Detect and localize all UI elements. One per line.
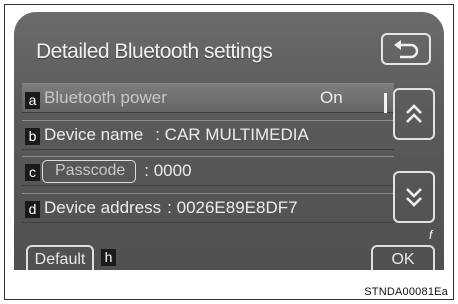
return-arrow-icon (394, 40, 419, 59)
double-chevron-down-icon (406, 188, 422, 207)
scroll-thumb[interactable] (384, 93, 387, 113)
default-button[interactable]: Default (26, 245, 94, 270)
scroll-down-button[interactable] (393, 171, 435, 223)
callout-c: c (25, 164, 40, 181)
page-title: Detailed Bluetooth settings (36, 40, 273, 63)
passcode-button[interactable]: Passcode (42, 159, 137, 183)
row-passcode: Passcode : 0000 (22, 156, 394, 186)
callout-h: h (101, 249, 116, 266)
row-bluetooth-power[interactable]: Bluetooth power On (22, 83, 394, 113)
settings-screen: Detailed Bluetooth settings Bluetooth po… (14, 12, 444, 270)
device-name-label: Device name (44, 125, 144, 144)
callout-f: f (429, 228, 433, 242)
device-address-value: : 0026E89E8DF7 (167, 198, 298, 217)
passcode-value: : 0000 (144, 161, 192, 180)
bluetooth-power-value: On (320, 88, 343, 107)
callout-a: a (25, 92, 40, 109)
row-device-name[interactable]: Device name : CAR MULTIMEDIA (22, 120, 394, 150)
scroll-up-button[interactable] (393, 88, 435, 140)
bluetooth-power-label: Bluetooth power (44, 88, 167, 107)
callout-d: d (25, 201, 40, 218)
row-device-address: Device address : 0026E89E8DF7 (22, 193, 394, 223)
device-name-value: : CAR MULTIMEDIA (155, 125, 309, 144)
device-address-label: Device address (44, 198, 162, 217)
double-chevron-up-icon (406, 104, 422, 123)
figure-caption: STNDA00081Ea (364, 286, 448, 298)
callout-b: b (25, 128, 40, 145)
ok-button[interactable]: OK (371, 245, 435, 270)
back-button[interactable] (381, 33, 431, 65)
